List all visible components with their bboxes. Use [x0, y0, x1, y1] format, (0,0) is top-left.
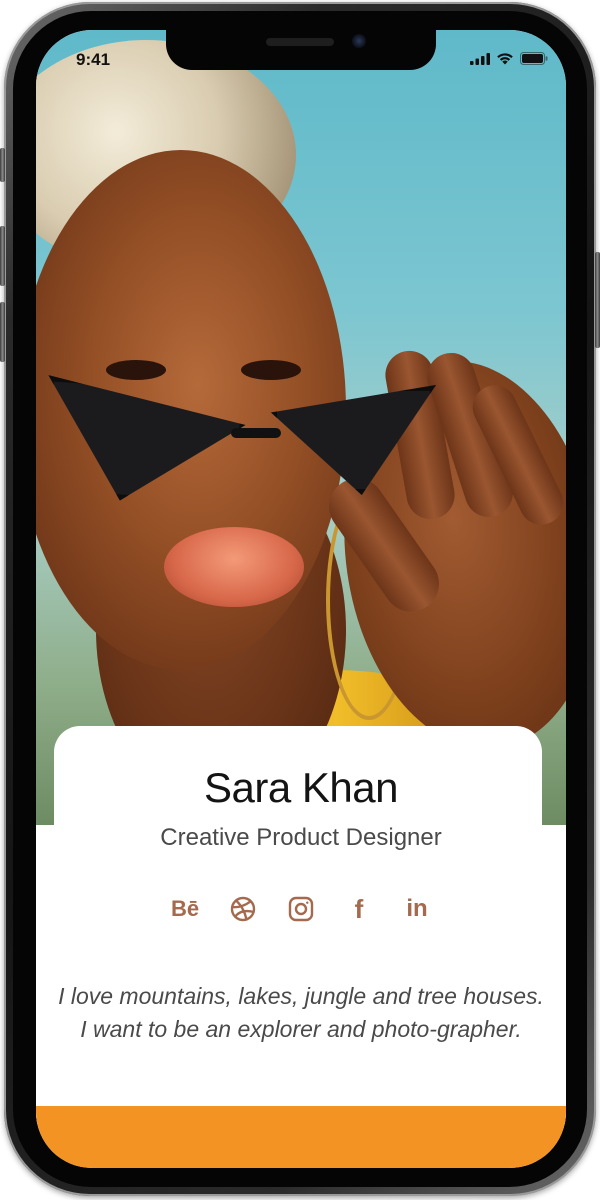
silent-switch [0, 148, 5, 182]
behance-label: Bē [170, 896, 200, 921]
dribbble-icon[interactable] [226, 892, 260, 926]
profile-role: Creative Product Designer [160, 824, 442, 851]
profile-photo [36, 30, 566, 825]
front-camera [352, 34, 366, 48]
sunglasses-bridge [231, 428, 281, 438]
facebook-label: f [354, 893, 364, 924]
cellular-signal-icon [470, 52, 490, 65]
linkedin-label: in [406, 895, 428, 922]
photo-eye-left [106, 360, 166, 380]
facebook-icon[interactable]: f [342, 892, 376, 926]
wifi-icon [497, 53, 513, 65]
volume-down-button [0, 302, 5, 362]
bottom-accent-bar [36, 1106, 566, 1168]
photo-eye-right [241, 360, 301, 380]
status-time: 9:41 [76, 50, 111, 69]
behance-icon[interactable]: Bē [168, 892, 202, 926]
profile-name: Sara Khan [204, 764, 398, 811]
speaker-grille [266, 38, 334, 46]
volume-up-button [0, 226, 5, 286]
instagram-icon[interactable] [284, 892, 318, 926]
power-button [595, 252, 600, 348]
photo-lips [164, 527, 304, 607]
status-icons [470, 52, 548, 65]
social-links: Bē f in [36, 892, 566, 926]
linkedin-icon[interactable]: in [400, 892, 434, 926]
profile-content [36, 825, 566, 1125]
battery-icon [520, 52, 548, 65]
notch [166, 30, 436, 70]
phone-screen: 9:41 Sara Khan Creative Product Designer… [36, 30, 566, 1168]
profile-bio: I love mountains, lakes, jungle and tree… [58, 983, 544, 1042]
